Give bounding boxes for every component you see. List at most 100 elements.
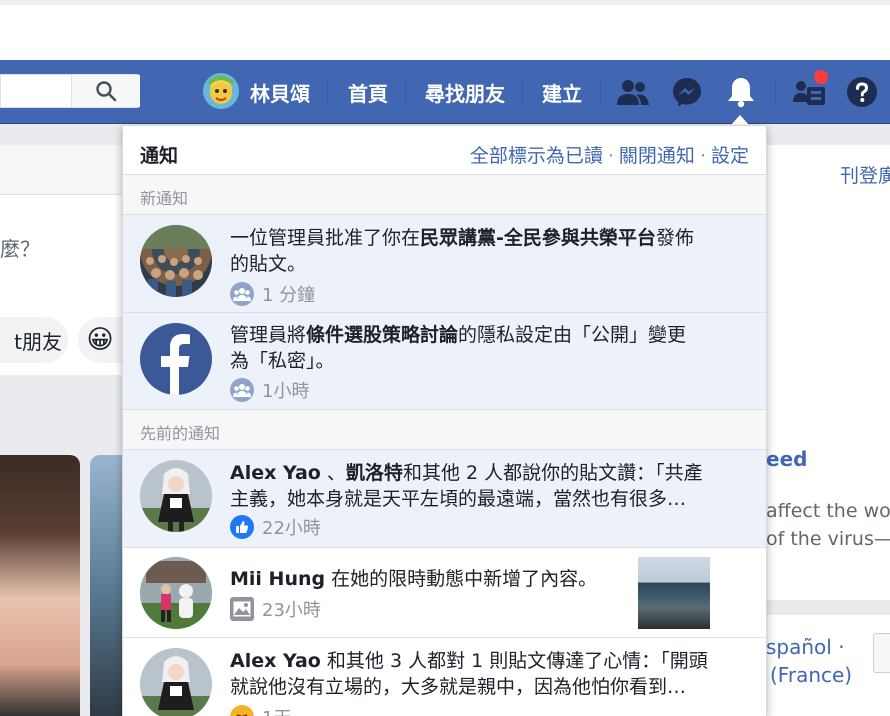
notification-text-part: 管理員將	[230, 324, 307, 346]
notification-text-part: 和其他 2 人都說你的貼文讚：「共產	[402, 462, 703, 484]
tag-friends-label: t朋友	[14, 329, 62, 354]
notification-meta: 23小時	[230, 596, 321, 622]
like-icon	[230, 515, 254, 539]
language-panel: spañol · (France)	[766, 615, 890, 716]
notification-item[interactable]: Mii Hung 在她的限時動態中新增了內容。 23小時	[123, 548, 766, 638]
composer-prompt[interactable]: 麼？	[0, 233, 40, 262]
friend-requests-button[interactable]	[614, 74, 652, 110]
messenger-button[interactable]	[668, 74, 706, 110]
nav-divider	[522, 80, 523, 106]
user-name-link[interactable]: Alex Yao	[230, 462, 321, 484]
messenger-icon	[673, 78, 701, 107]
notification-time: 23小時	[262, 600, 321, 621]
browser-content-top	[0, 5, 890, 60]
language-link[interactable]: spañol ·	[766, 635, 845, 659]
top-navigation-bar: 林貝頌 首頁 尋找朋友 建立	[0, 60, 890, 124]
help-button[interactable]	[843, 74, 881, 110]
smiley-icon: 😀	[86, 325, 114, 355]
notifications-button[interactable]	[722, 74, 760, 110]
dropdown-title: 通知	[140, 145, 179, 167]
section-label: 新通知	[140, 189, 189, 208]
friends-icon	[617, 80, 649, 105]
nav-divider	[405, 80, 406, 106]
notification-text-part: 一位管理員批准了你在	[230, 227, 421, 249]
notification-text-part: 的隱私設定由「公開」變更	[458, 324, 687, 346]
notification-text-part: 為「私密」。	[230, 350, 335, 372]
section-label: 先前的通知	[140, 424, 221, 443]
notification-time: 22小時	[262, 518, 321, 539]
nav-divider	[775, 80, 776, 106]
feed-text-line: affect the worl	[766, 500, 890, 522]
group-icon	[230, 378, 254, 402]
notification-avatar	[140, 225, 212, 297]
notification-text: 一位管理員批准了你在民眾講黨-全民參與共榮平台發佈 的貼文。	[230, 225, 730, 277]
profile-name-link[interactable]: 林貝頌	[250, 78, 310, 107]
story-card[interactable]	[0, 455, 80, 716]
notification-text-part: 主義，她本身就是天平左頃的最遠端，當然也有很多…	[230, 488, 687, 510]
nav-home[interactable]: 首頁	[348, 78, 388, 107]
story-card[interactable]	[90, 455, 122, 716]
add-language-button[interactable]	[873, 633, 890, 673]
notification-item[interactable]: Alex Yao 、凱洛特和其他 2 人都說你的貼文讚：「共產 主義，她本身就是…	[123, 450, 766, 548]
notification-text: Alex Yao 和其他 3 人都對 1 則貼文傳達了心情：「開頭 就說他沒有立…	[230, 648, 730, 700]
feed-text-line: of the virus—	[766, 528, 890, 550]
nav-divider	[327, 80, 328, 106]
right-sidebar: 刊登廣 eed affect the worl of the virus—	[766, 145, 890, 600]
tag-friends-chip[interactable]: t朋友	[0, 317, 68, 363]
profile-avatar[interactable]	[203, 73, 239, 109]
story-thumbnail[interactable]	[638, 557, 710, 629]
notification-meta: 1天	[230, 704, 291, 716]
notification-time: 1小時	[262, 381, 310, 402]
nav-find-friends[interactable]: 尋找朋友	[425, 78, 505, 107]
section-earlier: 先前的通知	[123, 410, 766, 450]
composer-header	[0, 145, 122, 195]
group-name-link[interactable]: 民眾講黨-全民參與共榮平台	[420, 227, 656, 249]
notification-time: 1天	[262, 704, 291, 716]
notification-item[interactable]: 管理員將條件選股策略討論的隱私設定由「公開」變更 為「私密」。 1小時	[123, 313, 766, 410]
group-name-link[interactable]: 條件選股策略討論	[306, 324, 458, 346]
feed-title[interactable]: eed	[766, 447, 807, 471]
notification-avatar	[140, 648, 212, 716]
nav-create[interactable]: 建立	[542, 78, 582, 107]
notification-text: 管理員將條件選股策略討論的隱私設定由「公開」變更 為「私密」。	[230, 322, 730, 374]
settings-link[interactable]: 設定	[711, 145, 749, 167]
notification-meta: 1小時	[230, 377, 309, 403]
notification-text-part: 在她的限時動態中新增了內容。	[325, 568, 598, 590]
notification-text-part: 、	[320, 462, 346, 484]
user-name-link[interactable]: Alex Yao	[230, 650, 321, 672]
notification-avatar	[140, 557, 212, 629]
notification-item[interactable]: 一位管理員批准了你在民眾講黨-全民參與共榮平台發佈 的貼文。 1 分鐘	[123, 215, 766, 313]
separator-dot: ·	[607, 145, 614, 167]
photo-icon	[230, 597, 254, 621]
notification-meta: 1 分鐘	[230, 281, 315, 307]
notification-text-part: 和其他 3 人都對 1 則貼文傳達了心情：「開頭	[320, 650, 708, 672]
feeling-chip[interactable]: 😀	[78, 317, 122, 363]
notifications-dropdown: 通知 全部標示為已讀 · 關閉通知 · 設定 新通知 一位管理員批准了你在民眾講黨-全民…	[122, 125, 767, 716]
notification-item[interactable]: Alex Yao 和其他 3 人都對 1 則貼文傳達了心情：「開頭 就說他沒有立…	[123, 638, 766, 716]
notification-avatar	[140, 323, 212, 395]
notification-text: Alex Yao 、凱洛特和其他 2 人都說你的貼文讚：「共產 主義，她本身就是…	[230, 460, 730, 512]
search-button[interactable]	[71, 75, 140, 107]
notification-time: 1 分鐘	[262, 285, 316, 306]
create-ad-link[interactable]: 刊登廣	[840, 161, 890, 188]
mark-all-read-link[interactable]: 全部標示為已讀	[470, 145, 603, 167]
notification-meta: 22小時	[230, 514, 321, 540]
dropdown-actions: 全部標示為已讀 · 關閉通知 · 設定	[470, 141, 749, 168]
question-icon	[847, 77, 877, 107]
search-box[interactable]	[0, 74, 140, 108]
user-name-link[interactable]: Mii Hung	[230, 568, 325, 590]
dropdown-caret	[731, 115, 749, 125]
search-icon	[96, 81, 117, 102]
separator-dot: ·	[699, 145, 706, 167]
dropdown-header: 通知 全部標示為已讀 · 關閉通知 · 設定	[123, 126, 766, 175]
notification-text-part: 的貼文。	[230, 253, 307, 275]
facebook-logo-icon	[161, 334, 190, 395]
section-new: 新通知	[123, 175, 766, 215]
turn-off-notifications-link[interactable]: 關閉通知	[619, 145, 695, 167]
composer-panel: 麼？ t朋友 😀	[0, 145, 122, 375]
notification-text-part: 發佈	[655, 227, 694, 249]
new-activity-badge	[812, 68, 830, 86]
group-icon	[230, 282, 254, 306]
language-link[interactable]: (France)	[770, 663, 852, 687]
user-name-link[interactable]: 凱洛特	[346, 462, 403, 484]
